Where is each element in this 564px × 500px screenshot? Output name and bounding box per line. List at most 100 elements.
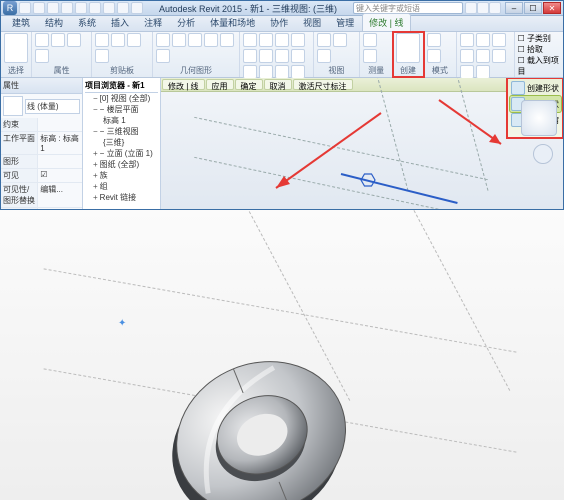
uncut-icon[interactable] xyxy=(204,33,218,47)
render-view[interactable]: ✦ xyxy=(0,210,564,500)
measure-icon[interactable] xyxy=(363,33,377,47)
tab-structure[interactable]: 结构 xyxy=(38,13,70,31)
ribbon-tabs: 建筑 结构 系统 插入 注释 分析 体量和场地 协作 视图 管理 修改 | 线 xyxy=(1,16,563,32)
pick-button[interactable]: ☐ 拾取 xyxy=(518,44,560,55)
split-icon[interactable] xyxy=(243,65,257,79)
prop-v-vg[interactable]: 编辑... xyxy=(38,183,82,207)
tree-floorplans[interactable]: −− 楼层平面 xyxy=(85,104,158,115)
array-icon[interactable] xyxy=(259,65,273,79)
spline-icon[interactable] xyxy=(492,49,506,63)
tab-modify-lines[interactable]: 修改 | 线 xyxy=(362,13,410,31)
family-props-icon[interactable] xyxy=(67,33,81,47)
properties-icon[interactable] xyxy=(35,33,49,47)
prop-v-workplane[interactable]: 标高 : 标高 1 xyxy=(38,132,82,154)
cut-icon[interactable] xyxy=(111,33,125,47)
copy-tool-icon[interactable] xyxy=(259,49,273,63)
match-icon[interactable] xyxy=(95,49,109,63)
sign-in-icon[interactable] xyxy=(465,2,477,14)
hide-icon[interactable] xyxy=(317,33,331,47)
type-selector[interactable]: 线 (体量) xyxy=(25,99,80,114)
close-button[interactable]: ✕ xyxy=(543,2,561,14)
view-cube[interactable] xyxy=(521,100,557,136)
join-icon[interactable] xyxy=(188,33,202,47)
tree-3d[interactable]: {三维} xyxy=(85,137,158,148)
split-face-icon[interactable] xyxy=(220,33,234,47)
prop-v-visible[interactable]: ☑ xyxy=(38,169,82,182)
dimension-icon[interactable] xyxy=(363,49,377,63)
move-icon[interactable] xyxy=(243,49,257,63)
prop-v-graphics[interactable] xyxy=(38,155,82,168)
tree-level1[interactable]: 标高 1 xyxy=(85,115,158,126)
panel-mode: 模式 xyxy=(424,32,457,77)
tree-views[interactable]: −[0] 视图 (全部) xyxy=(85,93,158,104)
type-props-icon[interactable] xyxy=(51,33,65,47)
prop-v-constraint[interactable] xyxy=(38,118,82,131)
panel-view-label: 视图 xyxy=(317,64,357,76)
rect-icon[interactable] xyxy=(476,33,490,47)
finish-icon[interactable] xyxy=(427,33,441,47)
panel-create-label: 创建 xyxy=(396,64,420,76)
tab-systems[interactable]: 系统 xyxy=(71,13,103,31)
opt-cancel[interactable]: 取消 xyxy=(264,79,292,90)
panel-view: 视图 xyxy=(314,32,361,77)
tree-families[interactable]: +族 xyxy=(85,170,158,181)
tab-manage[interactable]: 管理 xyxy=(329,13,361,31)
tab-insert[interactable]: 插入 xyxy=(104,13,136,31)
copy-icon[interactable] xyxy=(127,33,141,47)
family-types-icon[interactable] xyxy=(35,49,49,63)
line-icon[interactable] xyxy=(460,33,474,47)
create-solid-form[interactable]: 创建形状 xyxy=(510,80,561,96)
opt-apply[interactable]: 应用 xyxy=(206,79,234,90)
cope-icon[interactable] xyxy=(156,33,170,47)
cancel-icon[interactable] xyxy=(427,49,441,63)
tree-links[interactable]: +Revit 链接 xyxy=(85,192,158,203)
tab-annotate[interactable]: 注释 xyxy=(137,13,169,31)
panel-properties-label: 属性 xyxy=(35,64,88,76)
panel-draw: 绘制 xyxy=(457,32,515,77)
opt-ok[interactable]: 确定 xyxy=(235,79,263,90)
load-project-button[interactable]: ☐ 载入到项目 xyxy=(518,55,560,77)
sketch-line[interactable] xyxy=(341,173,458,204)
maximize-button[interactable]: ☐ xyxy=(524,2,542,14)
arc-icon[interactable] xyxy=(476,49,490,63)
opt-activate-dim[interactable]: 激活尺寸标注 xyxy=(293,79,353,90)
minimize-button[interactable]: – xyxy=(505,2,523,14)
tree-sheets[interactable]: +图纸 (全部) xyxy=(85,159,158,170)
cut-geom-icon[interactable] xyxy=(172,33,186,47)
trim-icon[interactable] xyxy=(291,49,305,63)
tree-3dviews[interactable]: −− 三维视图 xyxy=(85,126,158,137)
ellipse-icon[interactable] xyxy=(460,65,474,79)
offset-icon[interactable] xyxy=(259,33,273,47)
properties-header: 属性 xyxy=(1,78,82,94)
pin-icon[interactable] xyxy=(291,65,305,79)
tree-groups[interactable]: +组 xyxy=(85,181,158,192)
exchange-apps-icon[interactable] xyxy=(477,2,489,14)
align-icon[interactable] xyxy=(243,33,257,47)
mirror-axis-icon[interactable] xyxy=(275,33,289,47)
help-icon[interactable] xyxy=(489,2,501,14)
pick-lines-icon[interactable] xyxy=(476,65,490,79)
polygon-icon[interactable] xyxy=(492,33,506,47)
circle-icon[interactable] xyxy=(460,49,474,63)
opt-modify-lines[interactable]: 修改 | 线 xyxy=(162,79,205,90)
mirror-draw-icon[interactable] xyxy=(291,33,305,47)
tab-view[interactable]: 视图 xyxy=(296,13,328,31)
tab-analyze[interactable]: 分析 xyxy=(170,13,202,31)
sketch-polygon[interactable] xyxy=(361,174,375,186)
tab-collaborate[interactable]: 协作 xyxy=(263,13,295,31)
modify-tool-icon[interactable] xyxy=(4,33,28,63)
paint-icon[interactable] xyxy=(156,49,170,63)
override-icon[interactable] xyxy=(333,33,347,47)
tree-elevations[interactable]: +− 立面 (立面 1) xyxy=(85,148,158,159)
linework-icon[interactable] xyxy=(317,49,331,63)
subcategory-button[interactable]: ☐ 子类别 xyxy=(518,33,560,44)
paste-icon[interactable] xyxy=(95,33,109,47)
scale-icon[interactable] xyxy=(275,65,289,79)
rotate-icon[interactable] xyxy=(275,49,289,63)
torus-solid[interactable] xyxy=(150,330,370,500)
create-form-button[interactable] xyxy=(396,33,420,63)
tab-massing-site[interactable]: 体量和场地 xyxy=(203,13,262,31)
navigation-wheel-icon[interactable] xyxy=(533,144,553,164)
tab-architecture[interactable]: 建筑 xyxy=(5,13,37,31)
viewport-3d[interactable]: 修改 | 线 应用 确定 取消 激活尺寸标注 创建形状 空心形状 拾取新宿 xyxy=(161,78,563,209)
